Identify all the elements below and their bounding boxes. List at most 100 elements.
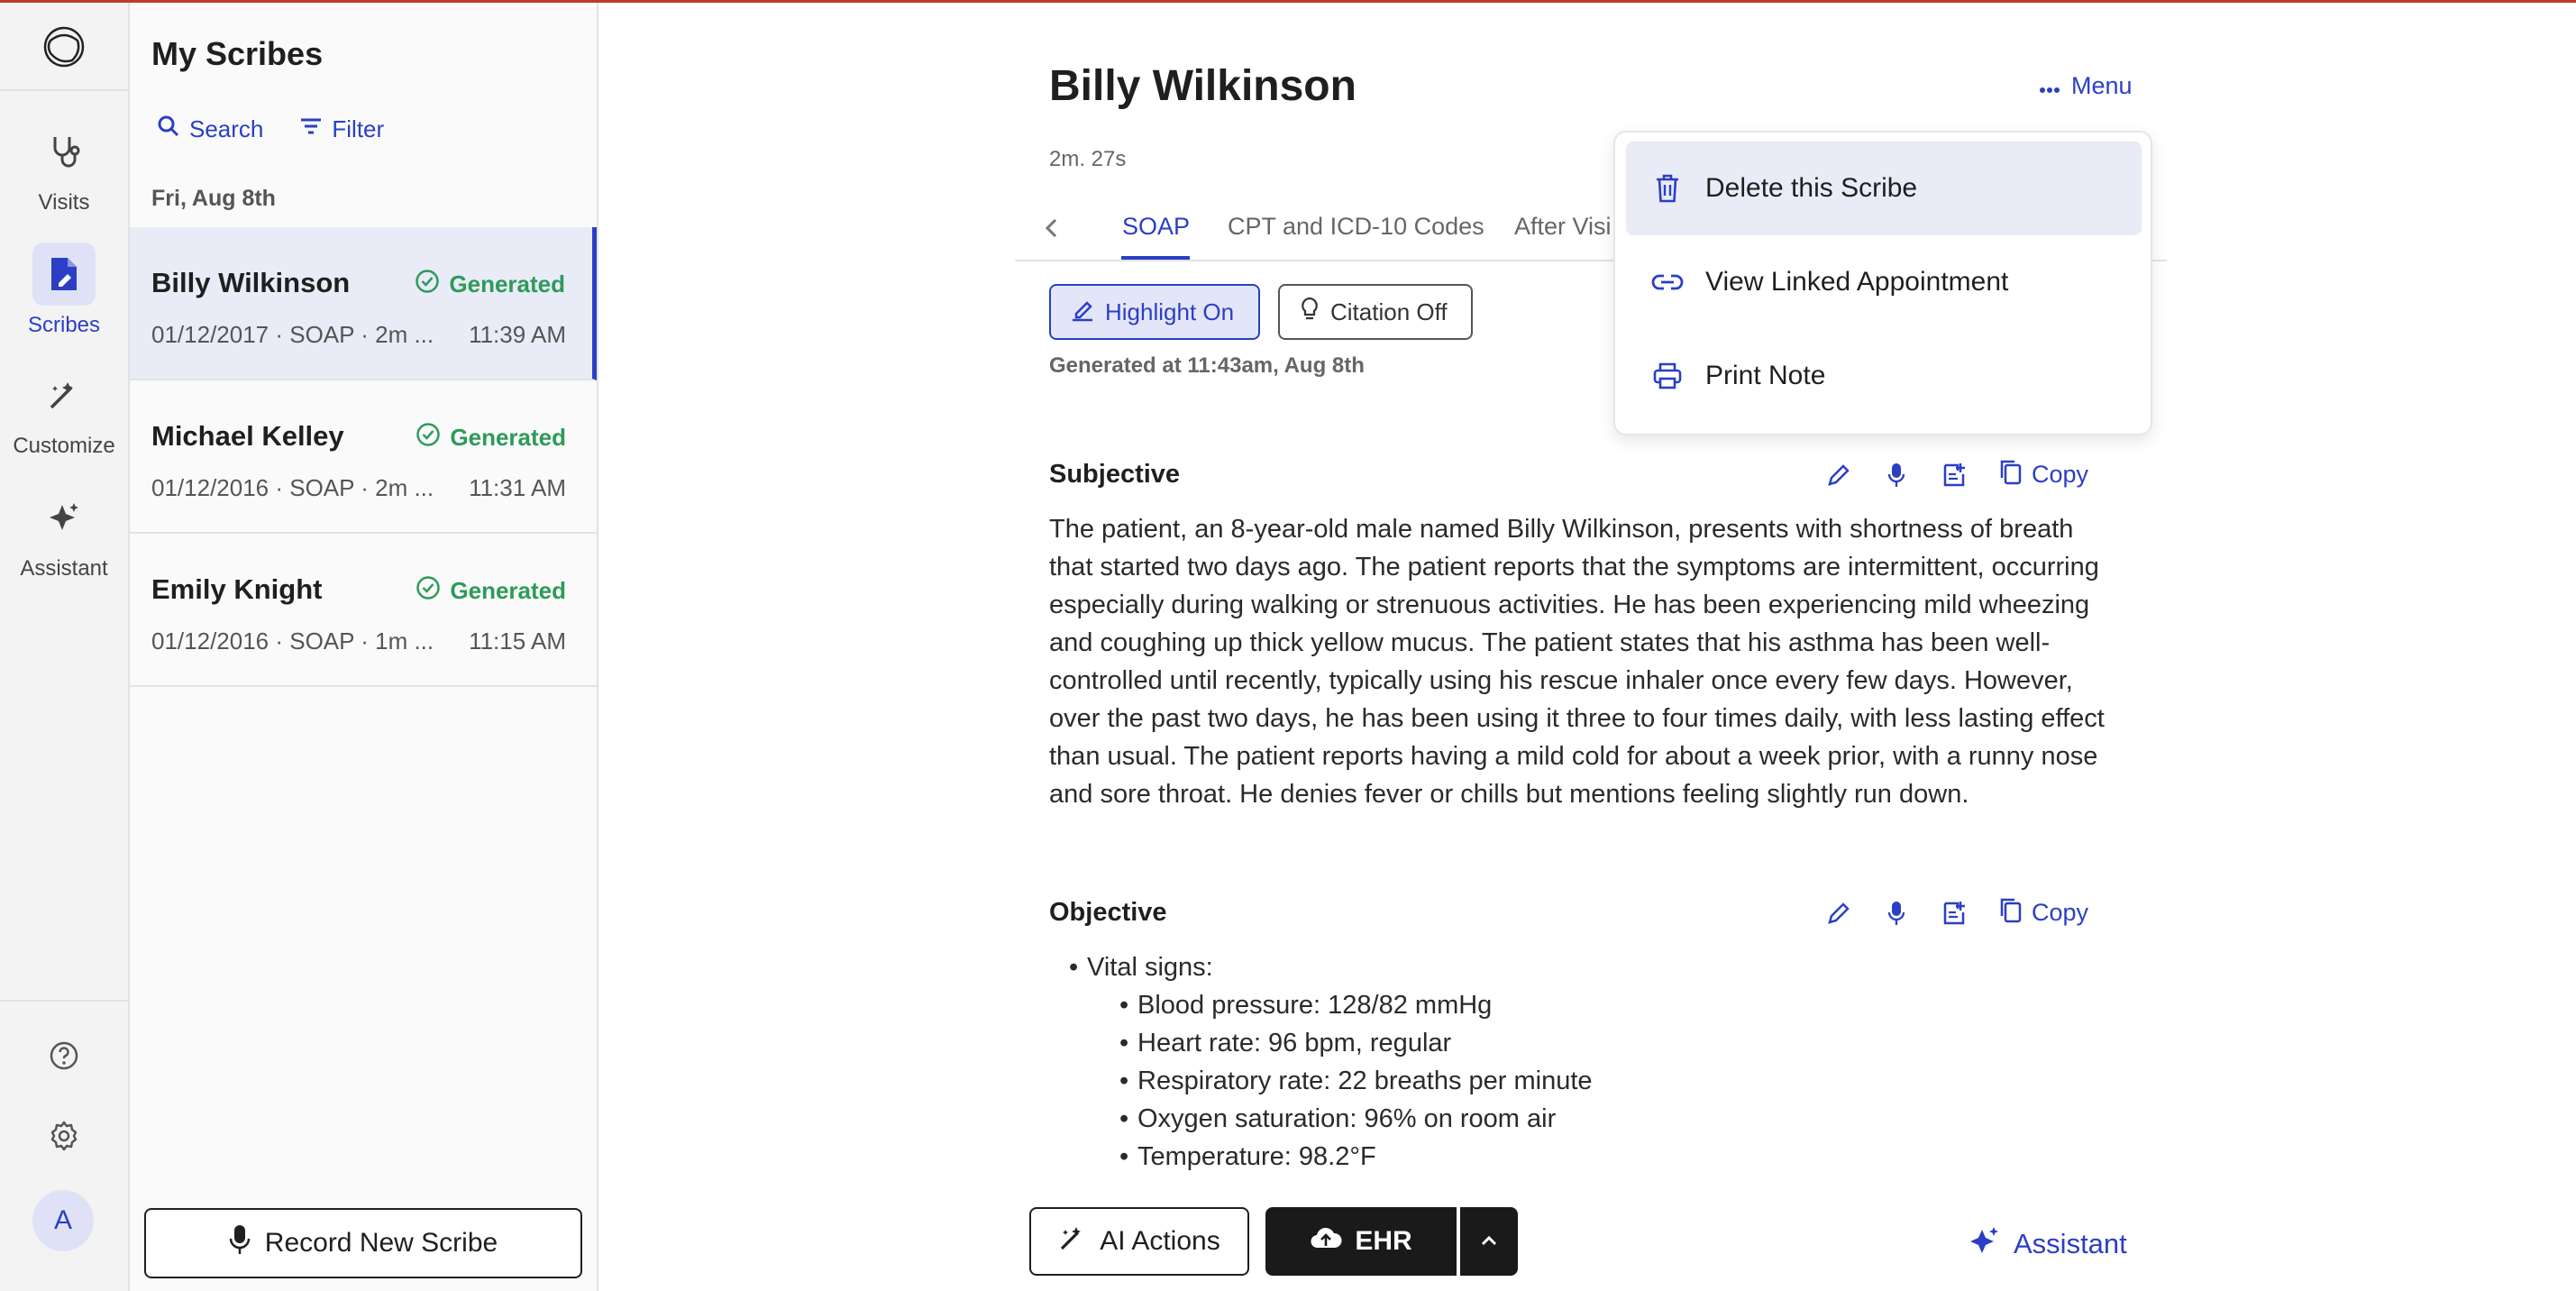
rail-divider: [0, 1000, 128, 1002]
scribe-name: Emily Knight: [151, 573, 323, 605]
highlight-label: Highlight On: [1105, 298, 1235, 325]
sparkle-icon: [32, 486, 96, 549]
rail-item-customize[interactable]: Customize: [0, 363, 128, 459]
scribe-time: 11:15 AM: [469, 627, 566, 655]
list-item[interactable]: Billy Wilkinson Generated 01/12/2017 · S…: [130, 227, 597, 380]
copy-button[interactable]: Copy: [1997, 458, 2088, 491]
subjective-actions: Copy: [1824, 458, 2088, 491]
objective-title: Objective: [1049, 898, 1167, 927]
check-circle-icon: [415, 269, 440, 300]
active-tab-indicator: [1121, 256, 1190, 260]
status-label: Generated: [450, 424, 566, 451]
record-new-scribe-button[interactable]: Record New Scribe: [144, 1208, 582, 1278]
record-button-label: Record New Scribe: [264, 1228, 498, 1258]
add-note-icon[interactable]: [1940, 899, 1969, 928]
pencil-icon[interactable]: [1824, 461, 1853, 490]
check-circle-icon: [416, 422, 441, 453]
gear-icon[interactable]: [41, 1113, 87, 1158]
filter-button[interactable]: Filter: [299, 114, 384, 144]
lightbulb-icon: [1298, 296, 1321, 329]
printer-icon: [1651, 360, 1684, 392]
list-item: Respiratory rate: 22 breaths per minute: [1119, 1062, 1593, 1100]
scribe-meta-text: 01/12/2016 · SOAP · 2m ...: [151, 474, 434, 501]
scribe-time: 11:31 AM: [469, 474, 566, 501]
copy-label: Copy: [2032, 461, 2089, 488]
tab-cpt-icd10[interactable]: CPT and ICD-10 Codes: [1228, 213, 1484, 241]
delete-scribe-menu-item[interactable]: Delete this Scribe: [1626, 142, 2142, 235]
filter-icon: [299, 114, 323, 144]
copy-label: Copy: [2032, 899, 2089, 926]
recording-duration: 2m. 27s: [1049, 147, 1127, 171]
rail-item-scribes[interactable]: Scribes: [0, 243, 128, 338]
pencil-icon[interactable]: [1824, 899, 1853, 928]
citation-toggle[interactable]: Citation Off: [1278, 284, 1473, 340]
ehr-upload-button[interactable]: EHR: [1265, 1207, 1457, 1276]
search-icon: [157, 114, 180, 144]
help-icon[interactable]: [41, 1033, 87, 1078]
chevron-up-icon[interactable]: [1460, 1207, 1518, 1276]
scribe-meta-text: 01/12/2016 · SOAP · 1m ...: [151, 627, 434, 655]
sparkle-icon: [1969, 1224, 2001, 1264]
ai-actions-label: AI Actions: [1100, 1226, 1220, 1256]
microphone-icon: [229, 1223, 251, 1263]
rail-item-label: Visits: [38, 190, 90, 215]
list-item: Blood pressure: 128/82 mmHg: [1119, 986, 1593, 1024]
scribe-list-panel: My Scribes Search Filter Fri, Aug 8th Bi…: [130, 3, 598, 1291]
ehr-label: EHR: [1355, 1226, 1412, 1256]
check-circle-icon: [416, 575, 441, 607]
assistant-button[interactable]: Assistant: [1969, 1224, 2127, 1264]
tab-after-visit[interactable]: After Visi: [1514, 213, 1612, 241]
rail-item-label: Assistant: [20, 556, 108, 581]
highlight-toggle[interactable]: Highlight On: [1049, 284, 1260, 340]
rail-item-label: Customize: [13, 434, 115, 458]
magic-wand-icon: [32, 363, 96, 426]
status-badge: Generated: [416, 575, 566, 607]
ai-actions-button[interactable]: AI Actions: [1029, 1207, 1249, 1276]
rail-item-visits[interactable]: Visits: [0, 120, 128, 215]
cloud-upload-icon: [1310, 1224, 1342, 1259]
list-item[interactable]: Michael Kelley Generated 01/12/2016 · SO…: [130, 380, 597, 534]
vitals-list: Blood pressure: 128/82 mmHg Heart rate: …: [1119, 986, 1593, 1176]
menu-item-label: Print Note: [1705, 361, 1826, 390]
link-icon: [1651, 266, 1684, 298]
rail-divider: [0, 89, 128, 91]
rail-item-assistant[interactable]: Assistant: [0, 486, 128, 581]
rail-item-label: Scribes: [27, 313, 101, 337]
list-item[interactable]: Emily Knight Generated 01/12/2016 · SOAP…: [130, 534, 597, 687]
list-item: Vital signs: Blood pressure: 128/82 mmHg…: [1069, 948, 1593, 1176]
microphone-icon[interactable]: [1882, 899, 1911, 928]
search-label: Search: [189, 115, 264, 142]
bottom-action-bar: AI Actions EHR Assistant: [1015, 1199, 2167, 1291]
menu-label: Menu: [2071, 72, 2133, 99]
scribe-name: Michael Kelley: [151, 420, 344, 452]
list-item: Heart rate: 96 bpm, regular: [1119, 1024, 1593, 1062]
scribe-meta: 01/12/2016 · SOAP · 1m ... 11:15 AM: [151, 627, 566, 655]
status-label: Generated: [449, 270, 565, 298]
nav-rail: Visits Scribes Customize Assistant A: [0, 3, 130, 1291]
status-badge: Generated: [415, 269, 565, 300]
scribe-meta: 01/12/2017 · SOAP · 2m ... 11:39 AM: [151, 321, 566, 349]
status-label: Generated: [450, 577, 566, 604]
trash-icon: [1651, 172, 1684, 205]
add-note-icon[interactable]: [1940, 461, 1969, 490]
search-button[interactable]: Search: [157, 114, 263, 144]
copy-button[interactable]: Copy: [1997, 896, 2088, 929]
page-title: Billy Wilkinson: [1049, 62, 1357, 110]
menu-button[interactable]: Menu: [2039, 72, 2133, 100]
list-item: Oxygen saturation: 96% on room air: [1119, 1100, 1593, 1138]
menu-dropdown: Delete this Scribe View Linked Appointme…: [1613, 131, 2152, 435]
generated-timestamp: Generated at 11:43am, Aug 8th: [1049, 353, 1365, 378]
date-header: Fri, Aug 8th: [151, 186, 276, 211]
app-logo-icon[interactable]: [41, 24, 87, 69]
copy-icon: [1997, 458, 2023, 491]
tab-soap[interactable]: SOAP: [1122, 213, 1190, 241]
chevron-left-icon[interactable]: [1038, 215, 1065, 242]
list-title: My Scribes: [151, 35, 324, 72]
avatar[interactable]: A: [32, 1190, 94, 1251]
view-linked-appointment-menu-item[interactable]: View Linked Appointment: [1626, 235, 2142, 329]
menu-item-label: Delete this Scribe: [1705, 173, 1918, 203]
print-note-menu-item[interactable]: Print Note: [1626, 329, 2142, 423]
more-dots-icon: [2039, 72, 2060, 100]
scribe-meta-text: 01/12/2017 · SOAP · 2m ...: [151, 321, 434, 348]
microphone-icon[interactable]: [1882, 461, 1911, 490]
